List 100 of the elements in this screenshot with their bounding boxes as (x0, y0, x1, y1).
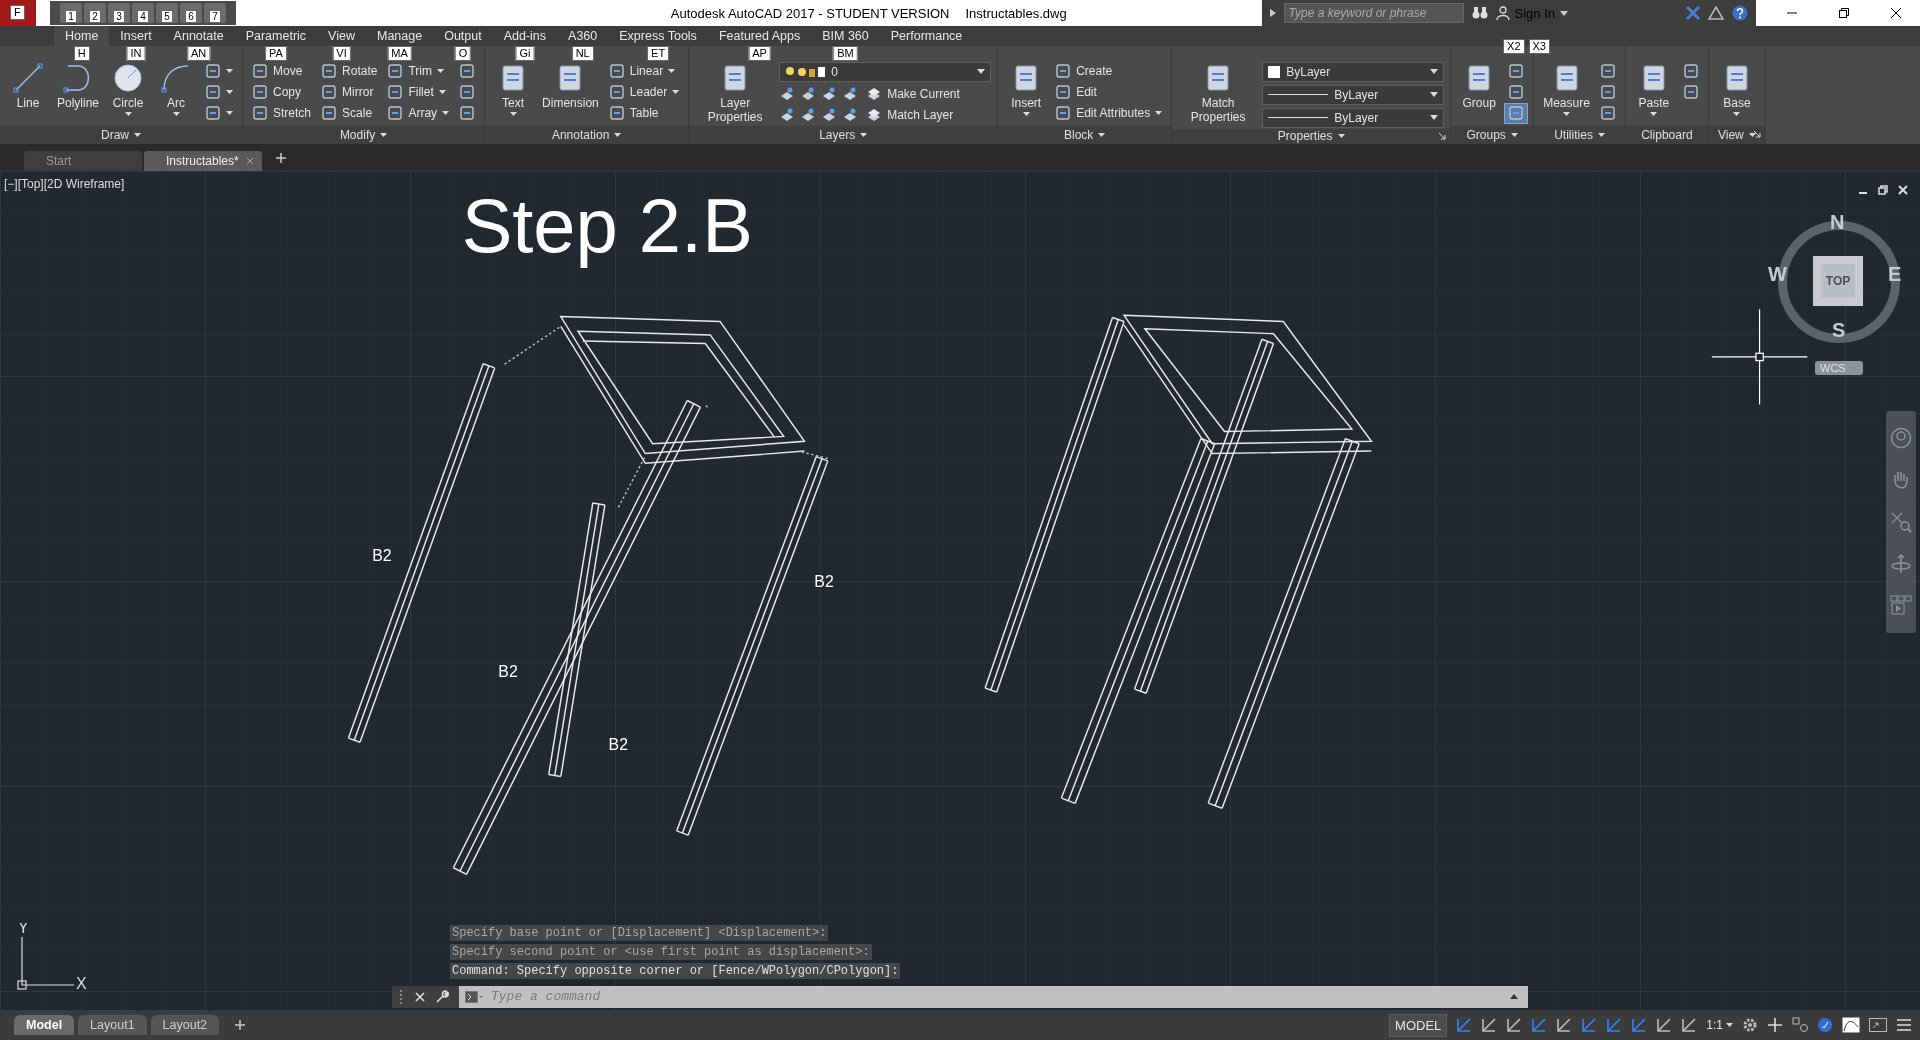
document-tab[interactable]: Start (24, 150, 142, 171)
help-icon[interactable] (1732, 5, 1748, 21)
ribbon-button[interactable]: Layer Properties (695, 62, 776, 124)
layout-tab[interactable]: Layout2 (150, 1015, 220, 1035)
ribbon-button[interactable]: Match Properties (1178, 62, 1259, 124)
ribbon-button[interactable]: Polyline (54, 62, 103, 110)
fullscreen-icon[interactable] (1869, 1018, 1887, 1032)
close-icon[interactable] (1890, 7, 1902, 19)
wrench-icon[interactable] (435, 989, 449, 1004)
compass-label[interactable]: N (1830, 210, 1845, 234)
showmotion-icon[interactable] (1890, 594, 1912, 617)
ribbon-button[interactable]: Trim (384, 62, 453, 81)
ribbon-tab[interactable]: Output (433, 26, 493, 46)
ribbon-button[interactable]: Paste (1631, 62, 1676, 116)
ribbon-button[interactable]: Measure (1540, 62, 1593, 116)
prompt-icon[interactable] (465, 990, 483, 1003)
caret-icon[interactable] (1510, 994, 1518, 1000)
panel-title[interactable]: Groups (1451, 126, 1534, 144)
ribbon-button[interactable]: Copy (249, 83, 315, 102)
viewcube-face[interactable]: TOP (1813, 255, 1863, 306)
ribbon-button[interactable]: Circle (106, 62, 151, 116)
panel-title[interactable]: Properties (1172, 129, 1451, 144)
drafting-toggle-icon[interactable] (1631, 1017, 1648, 1033)
ribbon-tab[interactable]: Featured Apps (707, 26, 812, 46)
ribbon-button[interactable]: Rotate (318, 62, 381, 81)
ribbon-tab[interactable]: Parametric (234, 26, 318, 46)
new-tab-icon[interactable] (276, 152, 286, 163)
plus-icon[interactable] (1767, 1017, 1783, 1033)
settings-icon[interactable] (1742, 1017, 1758, 1033)
ribbon-button[interactable]: Insert (1004, 62, 1049, 116)
launcher-arrow-icon[interactable] (1439, 133, 1447, 140)
restore-icon[interactable] (1878, 184, 1888, 195)
ribbon-tab[interactable]: Manage (365, 26, 434, 46)
ribbon-button[interactable]: Move (249, 62, 315, 81)
check-circle-icon[interactable] (1817, 1017, 1833, 1033)
drafting-toggle-icon[interactable] (1456, 1017, 1473, 1033)
command-input[interactable]: Type a command (489, 988, 1504, 1006)
ribbon-button[interactable]: Line (6, 62, 50, 110)
ribbon-button[interactable]: Dimension (539, 62, 602, 110)
menu-icon[interactable] (1896, 1018, 1912, 1032)
ribbon-button[interactable]: Match Layer (863, 106, 957, 125)
ribbon-tab[interactable]: Insert (109, 26, 163, 46)
model-space-button[interactable]: MODEL (1389, 1013, 1448, 1037)
new-layout-icon[interactable] (235, 1020, 246, 1030)
panel-title[interactable]: Utilities (1534, 126, 1625, 144)
panel-title[interactable]: Clipboard (1625, 126, 1708, 144)
layout-tab[interactable]: Layout1 (78, 1015, 147, 1035)
steering-wheel-icon[interactable] (1890, 426, 1912, 449)
ribbon-tab[interactable]: Add-ins (492, 26, 558, 46)
drafting-toggle-icon[interactable] (1506, 1017, 1523, 1033)
graph-icon[interactable] (1842, 1017, 1860, 1033)
drafting-toggle-icon[interactable] (1581, 1017, 1598, 1033)
panel-title[interactable]: View (1708, 126, 1765, 144)
drafting-toggle-icon[interactable] (1681, 1017, 1698, 1033)
launcher-arrow-icon[interactable] (1753, 131, 1761, 139)
quick-access-button[interactable]: 5 (156, 3, 178, 23)
ribbon-button[interactable]: Create (1052, 62, 1166, 81)
ribbon-tab[interactable]: Home (54, 26, 110, 46)
viewport-controls-label[interactable]: [−][Top][2D Wireframe] (4, 176, 125, 191)
ribbon-button[interactable]: Edit (1052, 83, 1166, 102)
panel-title[interactable]: Layers (689, 126, 998, 144)
layout-tab[interactable]: Model (14, 1015, 75, 1035)
ribbon-button[interactable]: Leader (605, 83, 683, 102)
ribbon-button[interactable]: Array (384, 104, 453, 123)
panel-title[interactable]: Draw (0, 126, 243, 144)
ribbon-tab[interactable]: A360 (557, 26, 609, 46)
shapes-icon[interactable] (1792, 1017, 1808, 1033)
ribbon-button[interactable]: Make Current (863, 85, 963, 104)
quick-access-button[interactable]: 2 (84, 3, 106, 23)
ribbon-tab[interactable]: BIM 360 (811, 26, 880, 46)
quick-access-button[interactable]: 1 (60, 3, 82, 23)
quick-access-button[interactable]: 7 (204, 3, 226, 23)
property-dropdown[interactable]: ByLayer (1262, 108, 1445, 128)
ribbon-button[interactable]: Mirror (318, 83, 381, 102)
ribbon-tab[interactable]: Performance (879, 26, 974, 46)
ribbon-button[interactable]: Stretch (249, 104, 315, 123)
triangle-icon[interactable] (1269, 9, 1276, 17)
panel-title[interactable]: Annotation (485, 126, 689, 144)
compass-label[interactable]: E (1888, 262, 1902, 286)
orbit-icon[interactable] (1890, 552, 1912, 575)
binoculars-icon[interactable] (1471, 6, 1488, 20)
drafting-toggle-icon[interactable] (1606, 1017, 1623, 1033)
drafting-toggle-icon[interactable] (1656, 1017, 1673, 1033)
ribbon-button[interactable]: Scale (318, 104, 381, 123)
ribbon-tab[interactable]: View (317, 26, 366, 46)
command-field[interactable]: Type a command (459, 985, 1528, 1008)
application-menu-button[interactable]: F (0, 0, 36, 26)
search-field[interactable]: Type a keyword or phrase (1283, 3, 1464, 23)
compass-label[interactable]: W (1768, 262, 1787, 286)
property-dropdown[interactable]: ByLayer (1262, 85, 1445, 105)
property-dropdown[interactable]: ByLayer (1262, 62, 1445, 82)
panel-title[interactable]: Modify (243, 126, 485, 144)
quick-access-button[interactable]: 4 (132, 3, 154, 23)
ribbon-button[interactable]: Table (605, 104, 683, 123)
ribbon-button[interactable]: Base (1714, 62, 1759, 116)
quick-access-button[interactable]: 3 (108, 3, 130, 23)
ribbon-button[interactable]: Text (491, 62, 536, 116)
ribbon-button[interactable]: Arc (154, 62, 199, 116)
drafting-toggle-icon[interactable] (1556, 1017, 1573, 1033)
restore-icon[interactable] (1838, 7, 1850, 19)
